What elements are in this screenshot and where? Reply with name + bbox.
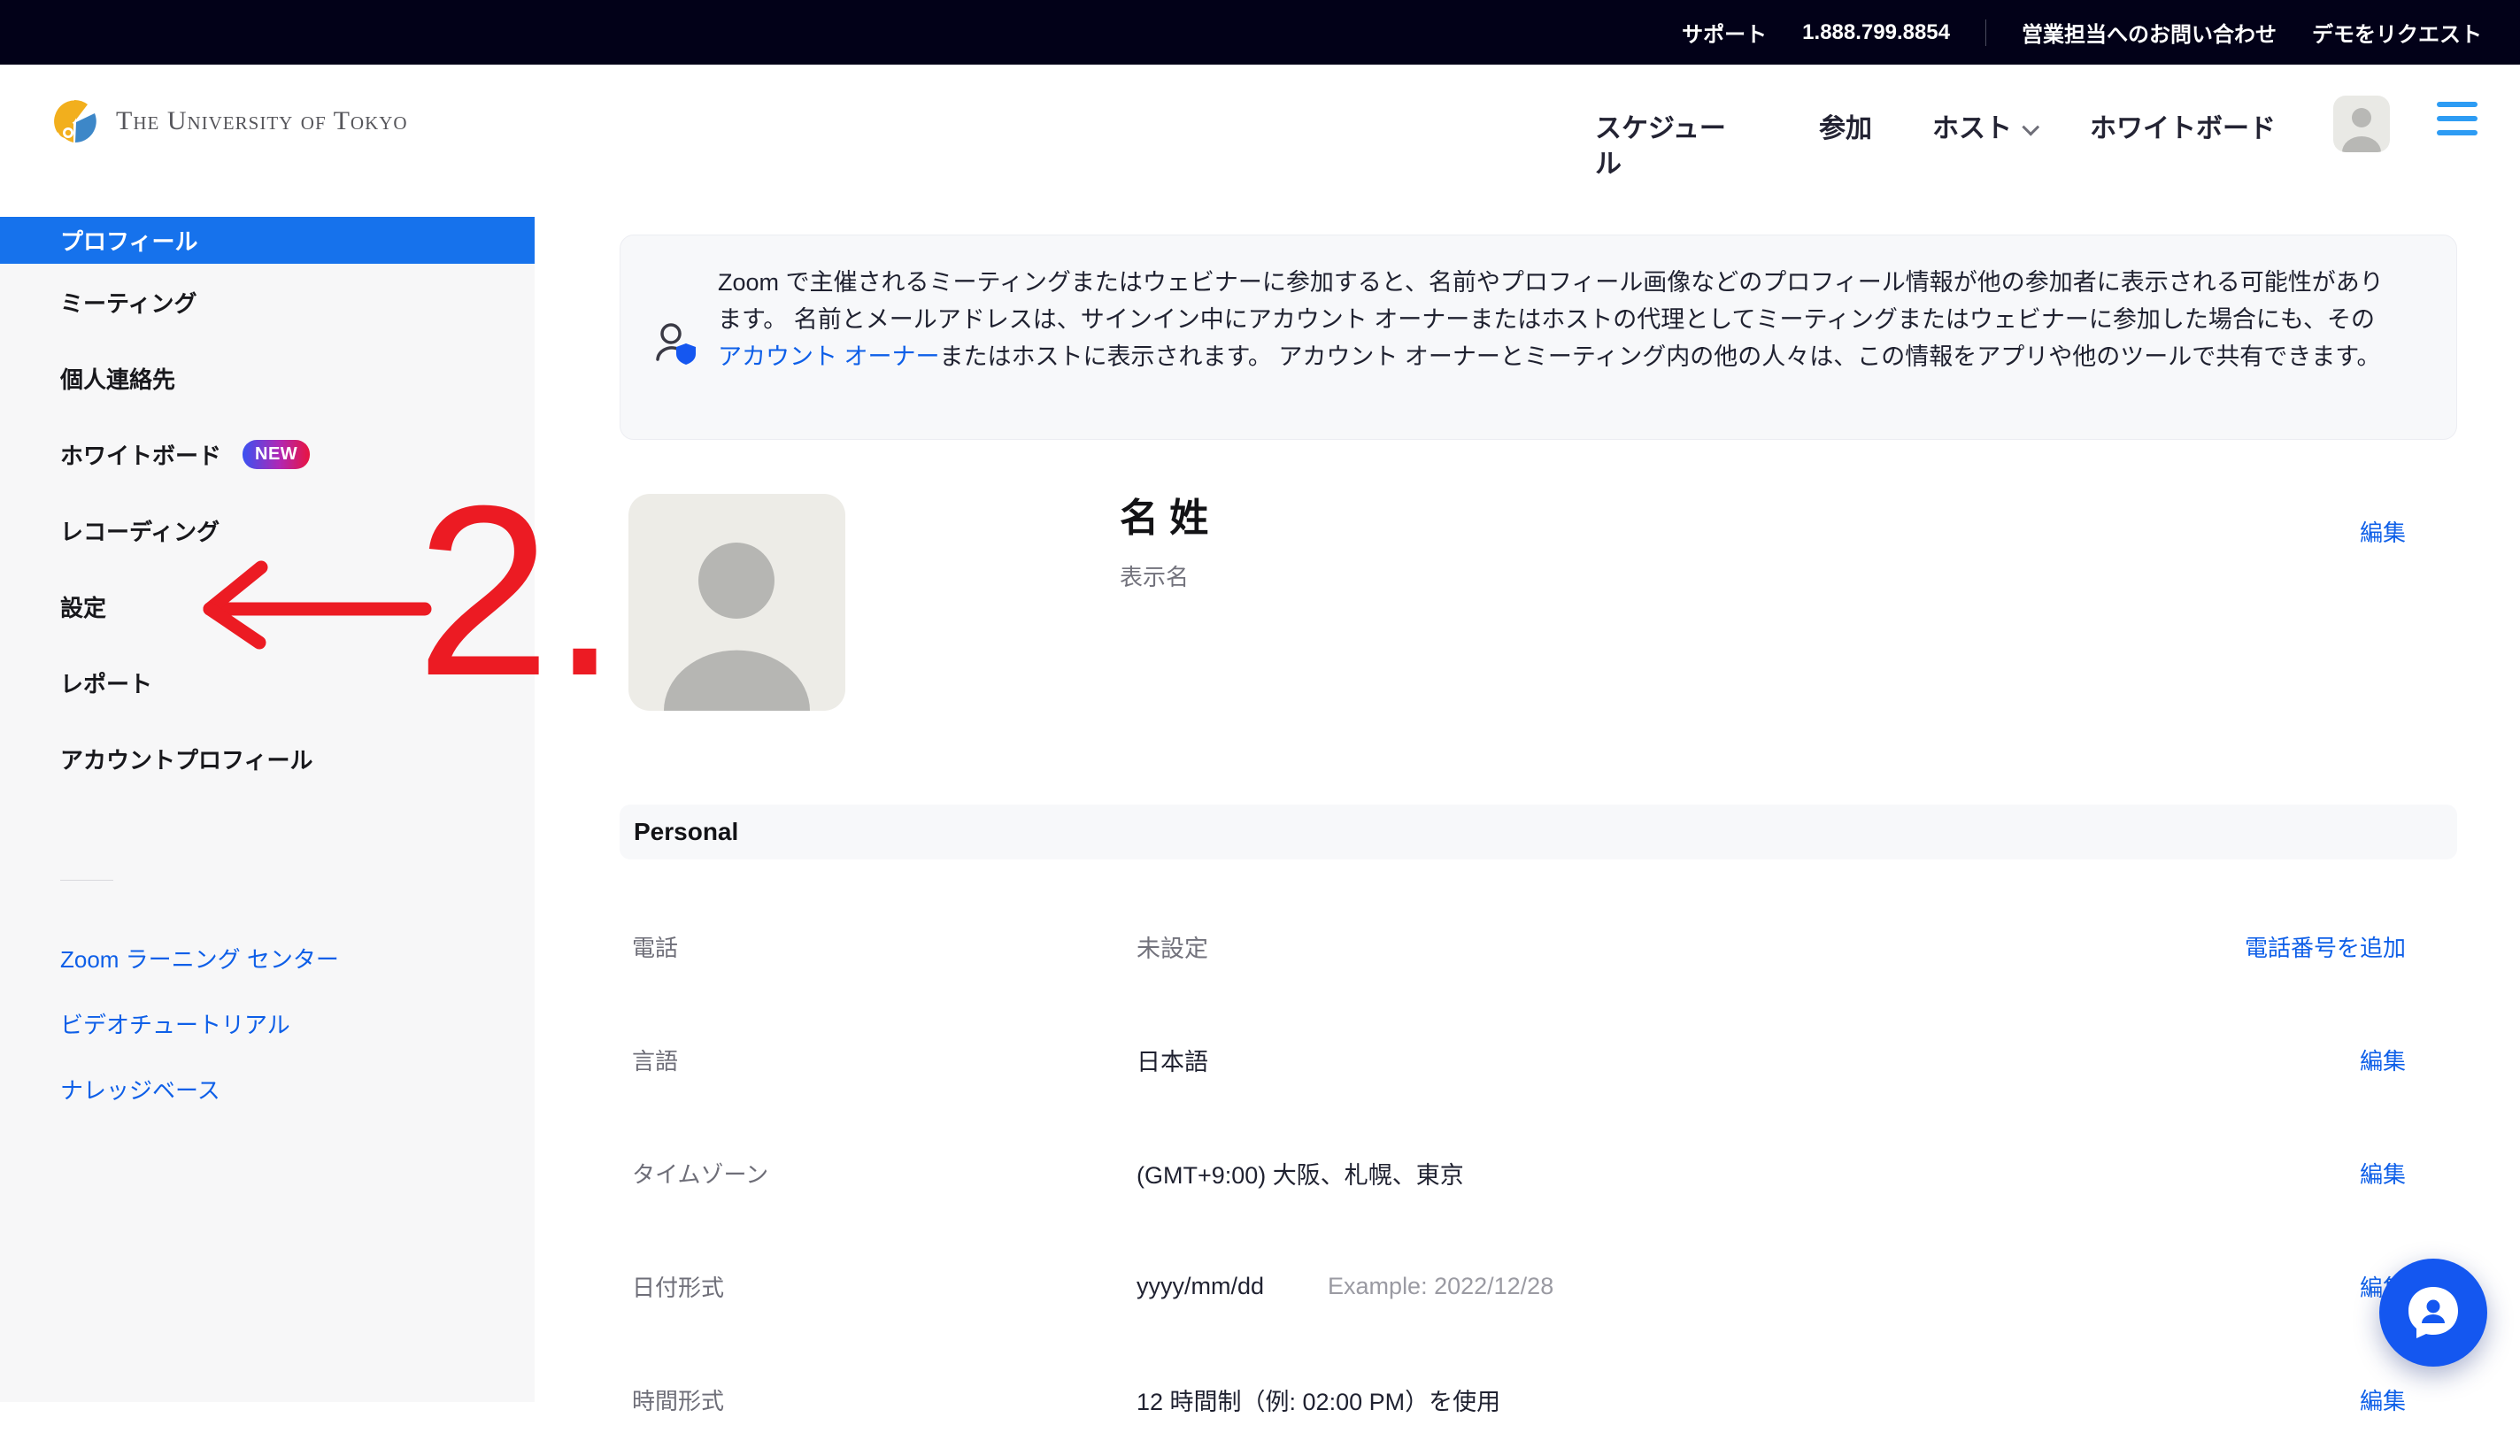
personal-rows: 電話 未設定 電話番号を追加 言語 日本語 編集 タイムゾーン (GMT+9:0…	[620, 890, 2457, 1456]
chat-person-icon	[2404, 1283, 2462, 1342]
sidebar-link-knowledge-base[interactable]: ナレッジベース	[0, 1056, 535, 1121]
person-icon	[628, 494, 845, 711]
profile-display-name: 表示名	[1120, 559, 1189, 592]
profile-name: 名 姓	[1120, 494, 1208, 543]
nav-host[interactable]: ホスト	[1932, 112, 2033, 147]
new-badge: NEW	[243, 440, 310, 469]
sidebar: プロフィール ミーティング 個人連絡先 ホワイトボード NEW レコーディング …	[0, 217, 535, 1402]
sidebar-item-contacts[interactable]: 個人連絡先	[0, 340, 535, 416]
person-icon	[2333, 96, 2390, 152]
edit-timezone-link[interactable]: 編集	[2360, 1157, 2457, 1190]
person-privacy-icon	[652, 320, 702, 374]
top-utility-bar: サポート 1.888.799.8854 営業担当へのお問い合わせ デモをリクエス…	[0, 0, 2520, 65]
sidebar-item-profile[interactable]: プロフィール	[0, 217, 535, 264]
request-demo-link[interactable]: デモをリクエスト	[2312, 17, 2482, 48]
row-label: 言語	[620, 1044, 1137, 1076]
sidebar-divider	[60, 880, 113, 881]
table-row-language: 言語 日本語 編集	[620, 1003, 2457, 1116]
row-value: (GMT+9:00) 大阪、札幌、東京	[1137, 1156, 1464, 1190]
phone-number[interactable]: 1.888.799.8854	[1802, 20, 1950, 45]
sidebar-item-meetings[interactable]: ミーティング	[0, 264, 535, 340]
privacy-notice-text: Zoom で主催されるミーティングまたはウェビナーに参加すると、名前やプロフィー…	[718, 235, 2456, 375]
edit-language-link[interactable]: 編集	[2360, 1044, 2457, 1076]
hamburger-menu-icon[interactable]	[2437, 102, 2478, 135]
nav-join[interactable]: 参加	[1819, 112, 1872, 147]
main-content: Zoom で主催されるミーティングまたはウェビナーに参加すると、名前やプロフィー…	[535, 217, 2520, 1402]
logo-text: The University of Tokyo	[116, 106, 408, 136]
profile-edit-link[interactable]: 編集	[2360, 515, 2406, 548]
row-value: 12 時間制（例: 02:00 PM）を使用	[1137, 1383, 1500, 1417]
support-link[interactable]: サポート	[1682, 17, 1767, 48]
row-label: 日付形式	[620, 1270, 1137, 1303]
profile-section: 名 姓 表示名 編集	[620, 494, 2457, 709]
university-logo[interactable]: The University of Tokyo	[49, 96, 408, 147]
profile-avatar[interactable]	[628, 494, 845, 711]
sidebar-item-whiteboard[interactable]: ホワイトボード NEW	[0, 416, 535, 492]
sidebar-item-recordings[interactable]: レコーディング	[0, 492, 535, 568]
table-row-time-format: 時間形式 12 時間制（例: 02:00 PM）を使用 編集	[620, 1343, 2457, 1456]
contact-sales-link[interactable]: 営業担当へのお問い合わせ	[2022, 17, 2277, 48]
sidebar-item-reports[interactable]: レポート	[0, 644, 535, 720]
row-value: 未設定	[1137, 929, 1208, 964]
row-value: 日本語	[1137, 1043, 1208, 1077]
sidebar-link-learning-center[interactable]: Zoom ラーニング センター	[0, 925, 535, 990]
table-row-phone: 電話 未設定 電話番号を追加	[620, 890, 2457, 1003]
nav-schedule[interactable]: スケジュール	[1595, 112, 1737, 182]
topbar-divider	[1985, 19, 1986, 46]
row-label: タイムゾーン	[620, 1157, 1137, 1190]
support-chat-button[interactable]	[2379, 1259, 2487, 1367]
sidebar-item-account-profile[interactable]: アカウントプロフィール	[0, 720, 535, 797]
row-label: 時間形式	[620, 1383, 1137, 1416]
account-owner-link[interactable]: アカウント オーナー	[718, 343, 940, 370]
user-avatar[interactable]	[2333, 96, 2390, 152]
sidebar-link-video-tutorials[interactable]: ビデオチュートリアル	[0, 990, 535, 1056]
chevron-down-icon	[2022, 119, 2039, 136]
row-value: yyyy/mm/dd	[1137, 1273, 1264, 1300]
privacy-notice-box: Zoom で主催されるミーティングまたはウェビナーに参加すると、名前やプロフィー…	[620, 235, 2457, 440]
edit-time-format-link[interactable]: 編集	[2360, 1383, 2457, 1416]
nav-whiteboard[interactable]: ホワイトボード	[2090, 112, 2276, 147]
personal-section-header: Personal	[620, 805, 2457, 859]
table-row-date-format: 日付形式 yyyy/mm/dd Example: 2022/12/28 編集	[620, 1229, 2457, 1343]
ginkgo-logo-icon	[49, 96, 100, 147]
date-format-example: Example: 2022/12/28	[1328, 1273, 1553, 1300]
table-row-timezone: タイムゾーン (GMT+9:00) 大阪、札幌、東京 編集	[620, 1116, 2457, 1229]
main-header: The University of Tokyo スケジュール 参加 ホスト ホワ…	[0, 65, 2520, 217]
sidebar-item-settings[interactable]: 設定	[0, 568, 535, 644]
add-phone-link[interactable]: 電話番号を追加	[2245, 930, 2457, 963]
row-label: 電話	[620, 930, 1137, 963]
